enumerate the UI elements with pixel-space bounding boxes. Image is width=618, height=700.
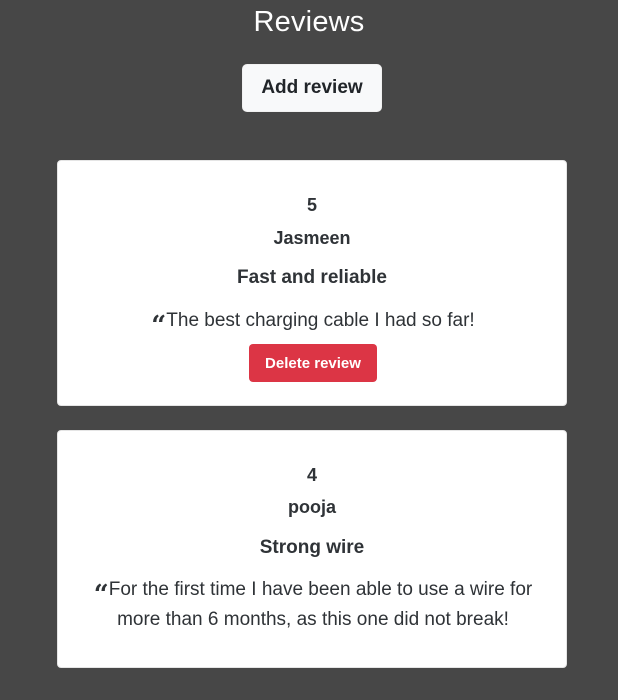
review-headline: Fast and reliable [237, 267, 387, 288]
add-review-button[interactable]: Add review [242, 64, 382, 112]
review-card: 5 Jasmeen Fast and reliable “The best ch… [57, 160, 567, 406]
review-author: pooja [288, 497, 336, 517]
page-title: Reviews [253, 6, 365, 38]
review-text: The best charging cable I had so far! [166, 310, 475, 331]
review-rating: 5 [306, 195, 317, 215]
review-author: Jasmeen [273, 228, 351, 248]
review-rating: 4 [306, 465, 317, 485]
review-card: 4 pooja Strong wire “For the first time … [57, 430, 567, 668]
delete-review-button[interactable]: Delete review [249, 344, 377, 382]
review-quote: “The best charging cable I had so far! [151, 310, 475, 341]
review-text: For the first time I have been able to u… [108, 579, 533, 630]
review-headline: Strong wire [259, 537, 365, 558]
review-quote: “For the first time I have been able to … [93, 579, 533, 630]
